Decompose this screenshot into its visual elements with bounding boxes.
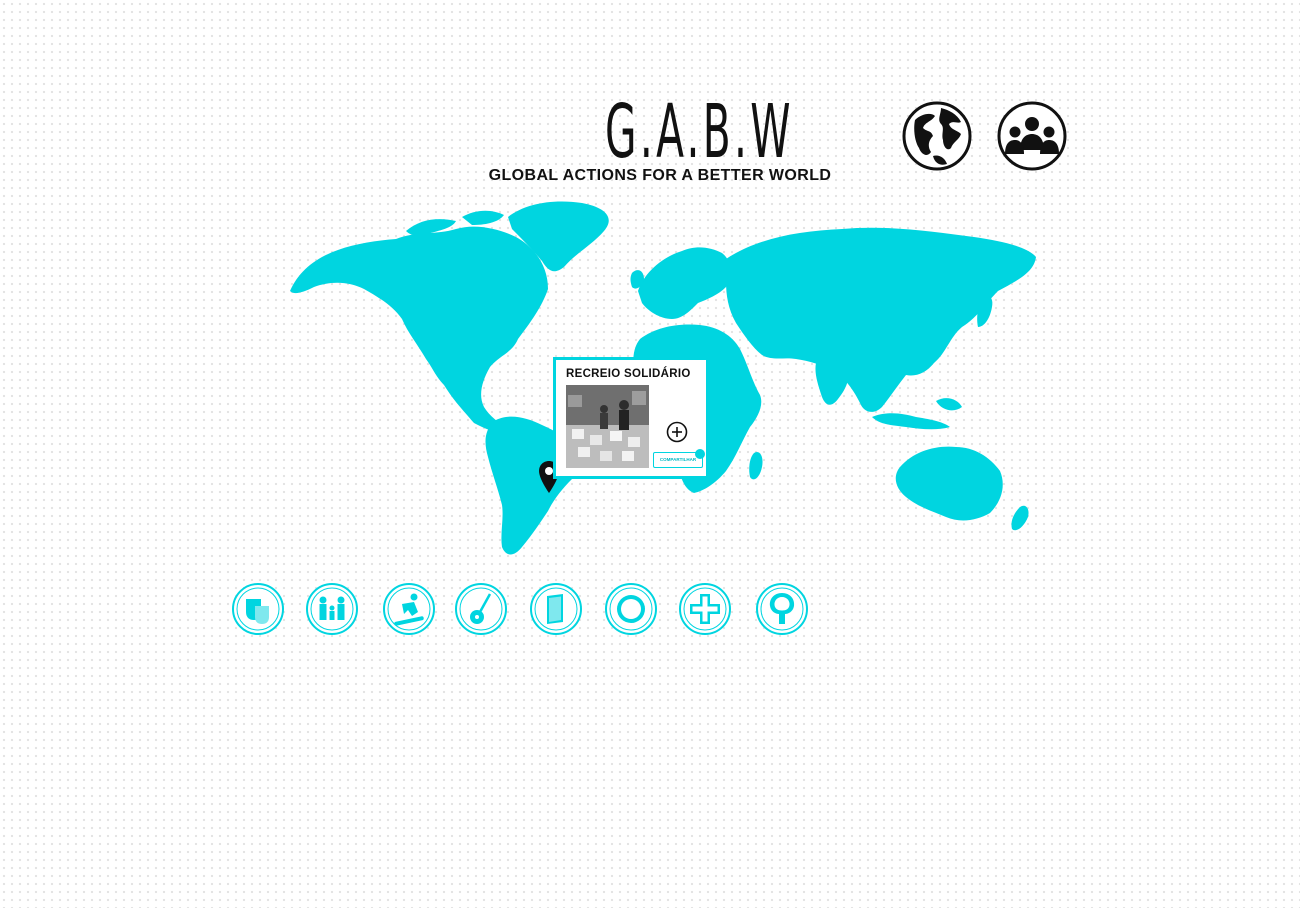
health-cross-icon xyxy=(679,583,731,635)
north-america-shape xyxy=(290,226,548,434)
book-icon xyxy=(530,583,582,635)
project-photo-image xyxy=(566,385,649,468)
guitar-icon xyxy=(455,583,507,635)
category-sports-button[interactable] xyxy=(382,582,436,636)
plate-icon xyxy=(605,583,657,635)
category-environment-button[interactable] xyxy=(755,582,809,636)
popup-title: RECREIO SOLIDÁRIO xyxy=(566,368,691,380)
category-health-button[interactable] xyxy=(678,582,732,636)
popup-photo[interactable] xyxy=(566,385,649,468)
tree-icon xyxy=(756,583,808,635)
plus-circle-icon xyxy=(666,421,688,443)
europe-shape xyxy=(638,247,731,319)
people-group-icon xyxy=(997,101,1067,171)
category-food-button[interactable] xyxy=(604,582,658,636)
logo-title[interactable]: G.A.B.W xyxy=(605,92,790,172)
logo-subtitle: GLOBAL ACTIONS FOR A BETTER WORLD xyxy=(488,167,832,184)
category-theater-button[interactable] xyxy=(231,582,285,636)
family-icon xyxy=(306,583,358,635)
globe-button[interactable] xyxy=(901,100,973,172)
category-family-button[interactable] xyxy=(305,582,359,636)
share-icon xyxy=(695,449,705,459)
more-info-button[interactable] xyxy=(666,421,688,443)
theater-masks-icon xyxy=(232,583,284,635)
australia-shape xyxy=(895,446,1003,521)
asia-shape xyxy=(726,227,1036,412)
category-music-button[interactable] xyxy=(454,582,508,636)
category-education-button[interactable] xyxy=(529,582,583,636)
project-popup[interactable]: RECREIO SOLIDÁRIO COMPARTILHAR xyxy=(553,357,709,479)
snowboard-icon xyxy=(383,583,435,635)
globe-icon xyxy=(902,101,972,171)
people-group-button[interactable] xyxy=(996,100,1068,172)
